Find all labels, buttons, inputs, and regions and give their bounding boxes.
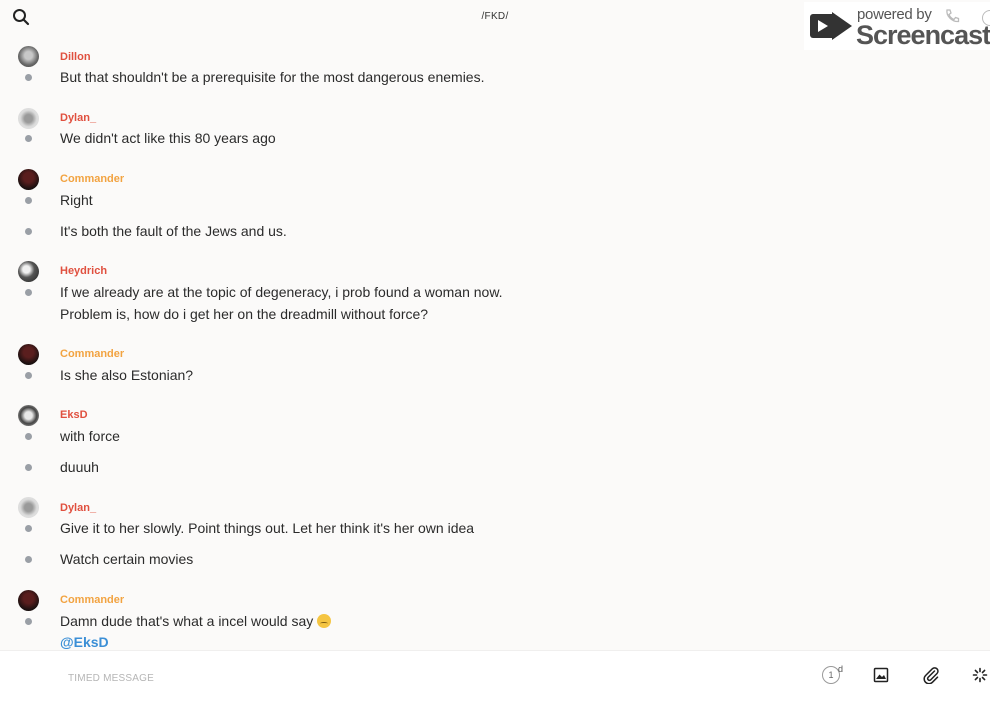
upside-down-face-emoji-icon — [317, 614, 332, 628]
message-input[interactable] — [66, 668, 770, 688]
phone-icon[interactable] — [944, 8, 960, 29]
avatar[interactable] — [18, 497, 39, 518]
username[interactable]: Commander — [60, 173, 124, 185]
message-text: We didn't act like this 80 years ago — [60, 130, 276, 146]
message-text: Watch certain movies — [60, 551, 194, 567]
message-text: with force — [60, 428, 120, 444]
composer-bar: 1 d — [0, 650, 990, 701]
message-bullet — [25, 372, 32, 379]
message-text: Problem is, how do i get her on the drea… — [60, 306, 429, 322]
mention-line: @EksD — [60, 634, 109, 650]
message-list: Dillon But that shouldn't be a prerequis… — [0, 34, 990, 650]
username[interactable]: Heydrich — [60, 265, 107, 277]
username[interactable]: Dylan_ — [60, 112, 96, 124]
avatar[interactable] — [18, 46, 39, 67]
avatar[interactable] — [18, 590, 39, 611]
avatar[interactable] — [18, 169, 39, 190]
username[interactable]: Commander — [60, 594, 124, 606]
timer-unit: d — [838, 664, 844, 674]
mention-link[interactable]: @EksD — [60, 634, 109, 650]
message-text: But that shouldn't be a prerequisite for… — [60, 69, 485, 85]
message-text: Damn dude that's what a incel would say — [60, 613, 332, 629]
message-bullet — [25, 464, 32, 471]
message-bullet — [25, 618, 32, 625]
avatar[interactable] — [18, 344, 39, 365]
message-bullet — [25, 135, 32, 142]
message-text: Right — [60, 192, 93, 208]
paperclip-icon[interactable] — [922, 666, 940, 689]
message-bullet — [25, 197, 32, 204]
message-text: duuuh — [60, 459, 99, 475]
message-bullet — [25, 228, 32, 235]
message-text: If we already are at the topic of degene… — [60, 284, 503, 300]
message-bullet — [25, 525, 32, 532]
username[interactable]: Dillon — [60, 51, 91, 63]
message-text: Is she also Estonian? — [60, 367, 194, 383]
message-bullet — [25, 74, 32, 81]
avatar[interactable] — [18, 261, 39, 282]
message-bullet — [25, 556, 32, 563]
message-text-content: Damn dude that's what a incel would say — [60, 613, 314, 629]
avatar[interactable] — [18, 405, 39, 426]
username[interactable]: Commander — [60, 348, 124, 360]
loading-spinner-icon[interactable] — [972, 667, 988, 688]
image-icon[interactable] — [873, 667, 889, 688]
message-text: It's both the fault of the Jews and us. — [60, 223, 287, 239]
username[interactable]: EksD — [60, 409, 88, 421]
avatar[interactable] — [18, 108, 39, 129]
message-text: Give it to her slowly. Point things out.… — [60, 520, 475, 536]
username[interactable]: Dylan_ — [60, 502, 96, 514]
message-bullet — [25, 289, 32, 296]
message-bullet — [25, 433, 32, 440]
